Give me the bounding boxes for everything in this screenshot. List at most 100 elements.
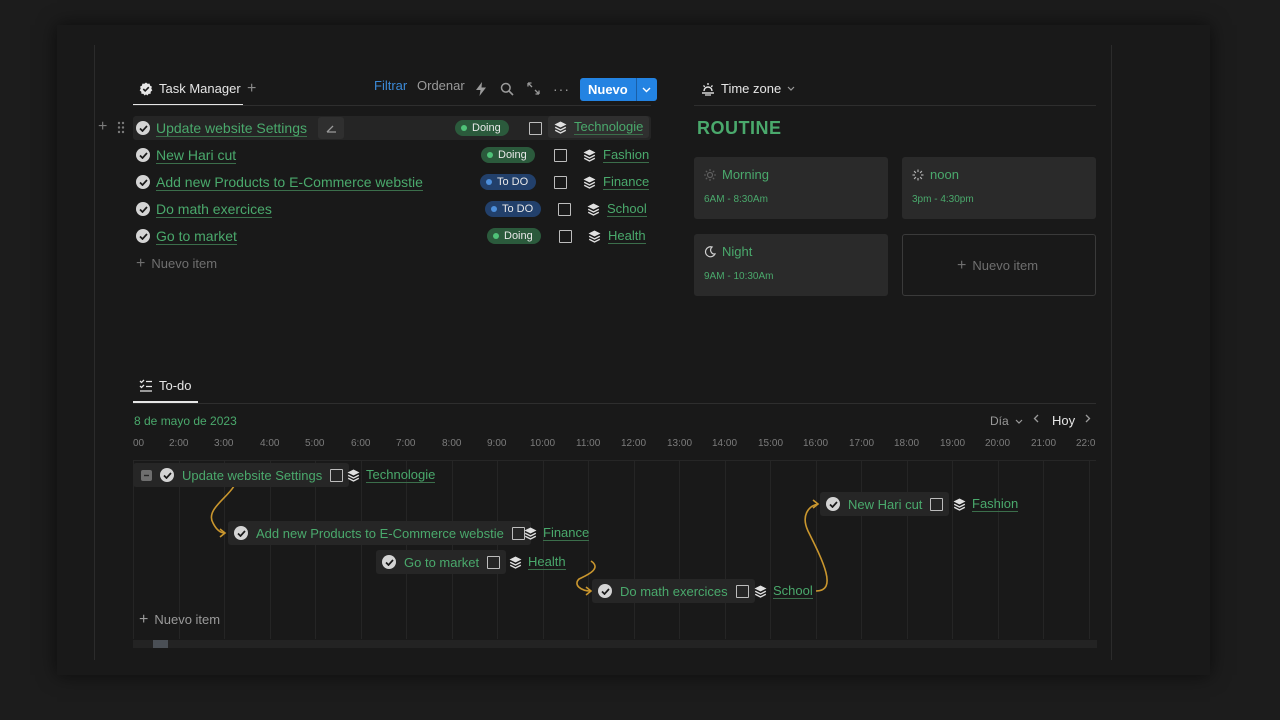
tab-to-do-label: To-do	[159, 378, 192, 393]
plus-icon[interactable]: +	[247, 81, 256, 97]
task-checkbox[interactable]	[487, 555, 501, 569]
tab-to-do[interactable]: To-do	[139, 378, 192, 393]
hour-label: 4:00	[260, 438, 280, 449]
tab-task-manager[interactable]: Task Manager	[139, 81, 241, 96]
status-label: Doing	[498, 149, 527, 161]
timeline-item-title: Update website Settings	[182, 467, 323, 483]
layers-icon	[583, 149, 596, 162]
category-link[interactable]: Fashion	[953, 496, 1019, 512]
hour-label: 2:00	[169, 438, 189, 449]
next-day-button[interactable]	[1085, 414, 1091, 423]
status-badge[interactable]: Doing	[455, 120, 509, 136]
check-circle-icon	[160, 468, 174, 482]
search-icon[interactable]	[500, 82, 514, 96]
task-checkbox[interactable]	[330, 468, 344, 482]
routine-card-morning[interactable]: Morning 6AM - 8:30Am	[694, 157, 888, 219]
task-checkbox[interactable]	[559, 230, 572, 243]
new-button[interactable]: Nuevo	[580, 78, 657, 101]
category-link[interactable]: School	[754, 583, 813, 599]
timeline-item[interactable]: Go to market	[376, 550, 507, 574]
category-link[interactable]: Health	[588, 228, 646, 244]
check-circle-icon	[136, 229, 150, 243]
add-row-plus-icon[interactable]: +	[98, 119, 107, 135]
more-icon[interactable]: ···	[553, 81, 570, 97]
sort-button[interactable]: Ordenar	[417, 78, 465, 93]
tab-time-zone[interactable]: Time zone	[701, 81, 795, 96]
tab-time-zone-label: Time zone	[721, 81, 782, 96]
routine-card-night[interactable]: Night 9AM - 10:30Am	[694, 234, 888, 296]
task-checkbox[interactable]	[558, 203, 571, 216]
task-title[interactable]: Go to market	[156, 228, 237, 245]
hour-label: 21:00	[1031, 438, 1057, 449]
layers-icon	[588, 230, 601, 243]
new-item-button[interactable]: + Nuevo item	[957, 257, 1038, 273]
category-label: Technologie	[574, 119, 644, 135]
task-checkbox[interactable]	[529, 122, 542, 135]
layers-icon	[587, 203, 600, 216]
layers-icon	[524, 527, 537, 540]
collapse-icon[interactable]	[141, 469, 152, 481]
sunrise-icon	[701, 82, 715, 96]
layers-icon	[754, 585, 767, 598]
status-badge[interactable]: To DO	[485, 201, 542, 217]
category-link[interactable]: Technologie	[548, 116, 650, 138]
check-circle-icon	[598, 584, 612, 598]
new-item-button[interactable]: + Nuevo item	[139, 611, 220, 627]
new-item-label: Nuevo item	[151, 256, 218, 271]
edit-icon[interactable]	[318, 117, 344, 139]
lightning-icon[interactable]	[475, 82, 487, 96]
sun-icon	[704, 168, 716, 181]
routine-card-noon[interactable]: noon 3pm - 4:30pm	[902, 157, 1096, 219]
today-button[interactable]: Hoy	[1052, 413, 1075, 428]
category-link[interactable]: Technologie	[347, 467, 436, 483]
card-title: Morning	[722, 167, 769, 182]
drag-handle-icon[interactable]	[117, 121, 125, 134]
timeline-item-title: New Hari cut	[848, 496, 923, 512]
prev-day-button[interactable]	[1033, 414, 1039, 423]
task-checkbox[interactable]	[511, 526, 525, 540]
category-link[interactable]: School	[587, 201, 647, 217]
expand-icon[interactable]	[527, 82, 540, 95]
task-title[interactable]: Add new Products to E-Commerce webstie	[156, 174, 423, 191]
task-checkbox[interactable]	[735, 584, 749, 598]
chevron-down-icon[interactable]	[635, 78, 657, 101]
category-link[interactable]: Finance	[583, 174, 650, 190]
hour-label: 18:00	[894, 438, 920, 449]
loading-icon	[912, 169, 924, 181]
task-title[interactable]: Update website Settings	[156, 120, 307, 137]
status-dot	[461, 125, 467, 131]
status-dot	[486, 179, 492, 185]
routine-new-item-card[interactable]: + Nuevo item	[902, 234, 1096, 296]
routine-title: ROUTINE	[697, 118, 782, 138]
new-button-label[interactable]: Nuevo	[580, 78, 636, 101]
category-link[interactable]: Finance	[524, 525, 590, 541]
todo-divider	[133, 403, 1096, 404]
status-badge[interactable]: To DO	[480, 174, 537, 190]
filter-button[interactable]: Filtrar	[374, 78, 407, 93]
task-checkbox[interactable]	[930, 497, 944, 511]
scrollbar-thumb[interactable]	[153, 640, 168, 648]
category-link[interactable]: Health	[509, 554, 566, 570]
timeline-item[interactable]: Do math exercices	[592, 579, 755, 603]
new-item-button[interactable]: + Nuevo item	[136, 255, 218, 271]
category-link[interactable]: Fashion	[583, 147, 650, 163]
task-checkbox[interactable]	[554, 149, 567, 162]
timeline-item-title: Go to market	[404, 554, 480, 570]
task-title[interactable]: Do math exercices	[156, 201, 272, 218]
dependency-arrow	[804, 503, 828, 592]
timeline-item[interactable]: Add new Products to E-Commerce webstie	[228, 521, 531, 545]
status-badge[interactable]: Doing	[487, 228, 541, 244]
card-time: 3pm - 4:30pm	[912, 194, 974, 205]
check-circle-icon	[826, 497, 840, 511]
check-circle-icon	[382, 555, 396, 569]
status-badge[interactable]: Doing	[481, 147, 535, 163]
timeline-item[interactable]: New Hari cut	[820, 492, 950, 516]
view-select[interactable]: Día	[990, 414, 1023, 428]
horizontal-scrollbar[interactable]	[133, 640, 1097, 648]
dependency-arrows	[210, 474, 828, 596]
category-label: Health	[608, 228, 646, 244]
task-title[interactable]: New Hari cut	[156, 147, 237, 164]
hour-label: 14:00	[712, 438, 738, 449]
task-checkbox[interactable]	[554, 176, 567, 189]
timeline-item[interactable]: Update website Settings	[133, 463, 350, 487]
